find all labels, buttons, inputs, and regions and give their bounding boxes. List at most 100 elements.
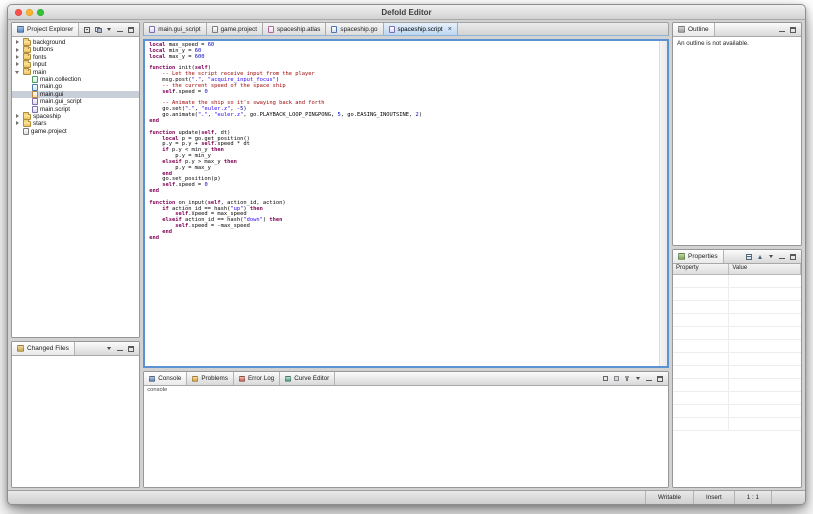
minimize-view-icon[interactable] [116,26,124,34]
project-explorer-tab[interactable]: Project Explorer [12,23,80,36]
tree-item-main.script[interactable]: main.script [12,106,139,113]
properties-tab[interactable]: Properties [673,250,724,263]
tree-item-main.gui_script[interactable]: main.gui_script [12,98,139,106]
editor-tab-bar: main.gui_script game.project spaceship.atl… [143,22,669,36]
tree-item-main.go[interactable]: main.go [12,83,139,91]
sort-properties-icon[interactable] [756,253,764,261]
maximize-view-icon[interactable] [656,375,664,383]
tree-item-main.collection[interactable]: main.collection [12,76,139,84]
tree-item-fonts[interactable]: fonts [12,52,139,61]
show-categories-icon[interactable] [745,253,753,261]
tree-collapsed-arrow-icon[interactable] [14,39,21,46]
folder-file-icon [23,60,31,68]
minimize-view-icon[interactable] [778,253,786,261]
console-output[interactable]: console [144,386,668,487]
minimize-view-icon[interactable] [116,345,124,353]
project-file-icon [23,127,29,135]
editor-tab-spaceship.go[interactable]: spaceship.go [326,23,384,35]
tree-collapsed-arrow-icon[interactable] [14,113,21,120]
clear-console-icon[interactable] [601,375,609,383]
tree-item-game.project[interactable]: game.project [12,128,139,135]
property-value-cell [729,301,801,313]
tree-item-main.gui[interactable]: main.gui [12,90,140,99]
tree-collapsed-arrow-icon[interactable] [14,54,21,61]
minimize-window-button[interactable] [26,8,33,16]
status-insert-mode: Insert [692,491,734,504]
pin-console-icon[interactable] [623,375,631,383]
outline-view: Outline An outline is not available. [672,22,802,246]
tree-item-label: stars [33,120,47,128]
maximize-view-icon[interactable] [789,26,797,34]
outline-title: Outline [688,26,709,33]
tree-expanded-arrow-icon[interactable] [14,69,21,76]
outline-message: An outline is not available. [677,40,749,47]
link-with-editor-icon[interactable] [94,26,102,34]
scroll-lock-icon[interactable] [612,375,620,383]
folder-file-icon [23,67,31,76]
panel-tab-Error Log[interactable]: Error Log [234,372,281,385]
console-icon [149,375,156,382]
maximize-view-icon[interactable] [789,253,797,261]
property-row [673,405,801,418]
panel-tab-Curve Editor[interactable]: Curve Editor [280,372,336,385]
changed-files-title: Changed Files [27,345,69,352]
tree-item-main[interactable]: main [12,67,139,76]
titlebar[interactable]: Defold Editor [8,5,805,20]
tree-item-label: main.go [40,83,63,91]
editor-scrollbar[interactable] [659,41,667,366]
maximize-view-icon[interactable] [127,26,135,34]
minimize-view-icon[interactable] [645,375,653,383]
console-name: console [147,387,168,393]
outline-icon [678,26,685,33]
tree-item-background[interactable]: background [12,38,139,46]
folder-file-icon [23,38,31,46]
changed-files-tab[interactable]: Changed Files [12,342,75,355]
maximize-view-icon[interactable] [127,345,135,353]
minimize-view-icon[interactable] [778,26,786,34]
view-menu-icon[interactable] [767,253,775,261]
property-name-cell [673,418,730,430]
tree-item-label: main.gui_script [40,98,82,106]
code-area[interactable]: local max_speed = 60 local min_y = 60 loca… [149,42,656,364]
tree-collapsed-arrow-icon[interactable] [14,120,21,127]
editor-tab-spaceship.atlas[interactable]: spaceship.atlas [263,23,327,35]
outline-tab[interactable]: Outline [673,23,715,36]
collapse-all-icon[interactable] [83,26,91,34]
collection-file-icon [32,76,38,84]
tree-item-input[interactable]: input [12,60,139,69]
properties-icon [678,253,685,260]
editor-tab-game.project[interactable]: game.project [206,23,264,35]
view-menu-icon[interactable] [105,26,113,34]
editor-tab-spaceship.script[interactable]: spaceship.script × [383,23,458,35]
editor-tab-main.gui_script[interactable]: main.gui_script [144,23,207,35]
console-menu-icon[interactable] [634,375,642,383]
tree-collapsed-arrow-icon[interactable] [14,61,21,68]
panel-tab-Problems[interactable]: Problems [187,372,234,385]
editor-tab-label: spaceship.script [397,25,443,33]
tree-item-buttons[interactable]: buttons [12,45,139,54]
script-file-icon [388,25,395,33]
property-row [673,314,801,327]
tree-collapsed-arrow-icon[interactable] [14,47,21,54]
zoom-window-button[interactable] [37,8,44,16]
window-controls [15,5,44,19]
property-name-cell [673,301,730,313]
property-row [673,353,801,366]
outline-header: Outline [673,23,801,37]
view-menu-icon[interactable] [105,345,113,353]
script-file-icon [32,98,38,106]
tree-item-label: input [33,61,47,69]
tree-item-stars[interactable]: stars [12,119,139,128]
property-column-header: Property [673,264,730,274]
code-editor[interactable]: local max_speed = 60 local min_y = 60 loca… [143,39,669,368]
properties-view: Properties Property Value [672,249,802,488]
property-value-cell [729,327,801,339]
tree-item-spaceship[interactable]: spaceship [12,112,139,120]
close-tab-icon[interactable]: × [448,26,452,33]
close-window-button[interactable] [15,8,22,16]
panel-tab-Console[interactable]: Console [144,372,188,385]
